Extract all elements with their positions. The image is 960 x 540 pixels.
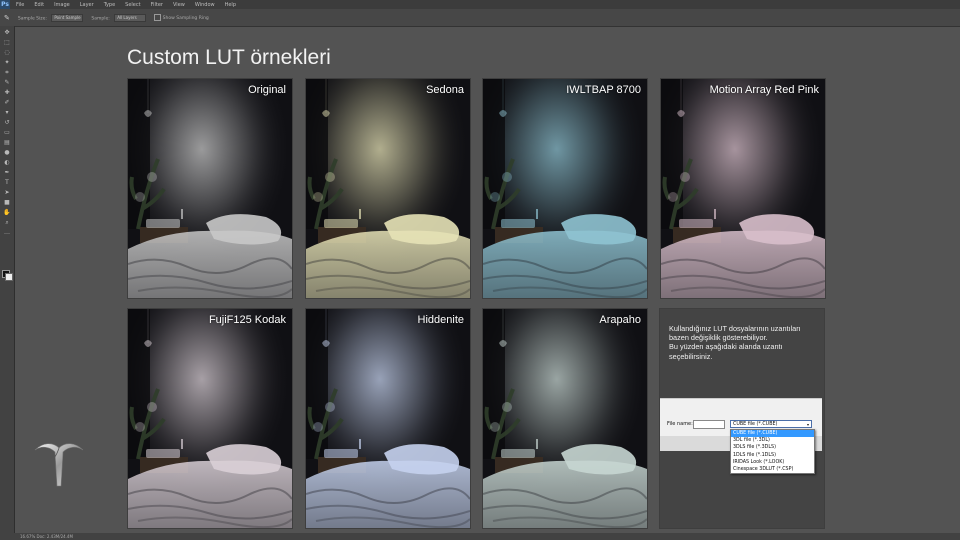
healing-tool-icon[interactable]: ✚: [3, 89, 11, 96]
history-brush-icon[interactable]: ↺: [3, 119, 11, 126]
sample-label: Sample:: [91, 16, 110, 21]
file-type-dropdown: CUBE file (*.CUBE) 3DL file (*.3DL) 3DLS…: [730, 429, 815, 475]
lut-panel-motion-array-red-pink: Motion Array Red Pink: [660, 78, 826, 299]
lut-label: Hiddenite: [417, 314, 464, 326]
lut-panel-arapaho: Arapaho: [482, 308, 648, 529]
type-tool-icon[interactable]: T: [3, 179, 11, 186]
file-name-input[interactable]: [693, 420, 725, 429]
lut-panel-original: Original: [127, 78, 293, 299]
eyedropper-tool-icon[interactable]: ✎: [3, 79, 11, 86]
file-type-option[interactable]: CUBE file (*.CUBE): [731, 430, 814, 438]
sample-size-select[interactable]: Point Sample: [51, 13, 84, 22]
menu-help[interactable]: Help: [225, 2, 236, 8]
more-tools-icon[interactable]: …: [3, 229, 11, 236]
sample-option[interactable]: Sample: All Layers: [91, 13, 147, 22]
bedroom-photo: [306, 79, 470, 298]
menu-layer[interactable]: Layer: [80, 2, 94, 8]
gradient-tool-icon[interactable]: ▤: [3, 139, 11, 146]
info-text-line: Kullandığınız LUT dosyalarının uzantılar…: [669, 324, 801, 343]
blur-tool-icon[interactable]: ●: [3, 149, 11, 156]
bedroom-photo: [128, 309, 292, 528]
chevron-down-icon[interactable]: ▾: [807, 421, 809, 429]
lut-label: IWLTBAP 8700: [566, 84, 641, 96]
eyedropper-icon[interactable]: ✎: [4, 14, 10, 22]
file-type-select[interactable]: CUBE file (*.CUBE) ▾: [730, 420, 812, 428]
bedroom-photo: [306, 309, 470, 528]
lasso-tool-icon[interactable]: ◌: [3, 49, 11, 56]
crop-tool-icon[interactable]: ⌗: [3, 69, 11, 76]
file-type-option[interactable]: 3DLS file (*.3DLS): [731, 444, 814, 451]
checkbox-icon[interactable]: [154, 14, 162, 21]
lut-label: Arapaho: [599, 314, 641, 326]
move-tool-icon[interactable]: ✥: [3, 29, 11, 36]
status-bar: 16.67% Doc: 2.43M/24.4M: [14, 533, 960, 540]
stamp-tool-icon[interactable]: ▾: [3, 109, 11, 116]
info-text-line: Bu yüzden aşağıdaki alanda uzantı seçebi…: [669, 342, 783, 361]
photoshop-logo[interactable]: Ps: [0, 0, 10, 9]
file-name-label: File name:: [667, 421, 693, 427]
lut-label: Sedona: [426, 84, 464, 96]
zoom-status: 16.67% Doc: 2.43M/24.4M: [20, 534, 73, 539]
background-color-swatch[interactable]: [5, 273, 13, 281]
page-title: Custom LUT örnekleri: [127, 46, 331, 69]
menu-image[interactable]: Image: [54, 2, 70, 8]
shape-tool-icon[interactable]: ■: [3, 199, 11, 206]
lut-panel-sedona: Sedona: [305, 78, 471, 299]
sample-size-option[interactable]: Sample Size: Point Sample: [17, 13, 84, 22]
file-type-option[interactable]: IRIDAS Look (*.LOOK): [731, 459, 814, 466]
path-select-tool-icon[interactable]: ➤: [3, 189, 11, 196]
lut-label: Original: [248, 84, 286, 96]
sampling-ring-option[interactable]: Show Sampling Ring: [154, 14, 209, 21]
tools-panel: ✥ ⬚ ◌ ✦ ⌗ ✎ ✚ ✐ ▾ ↺ ▭ ▤ ● ◐ ✒ T ➤ ■ ✋ ⌕ …: [0, 26, 15, 540]
quick-select-tool-icon[interactable]: ✦: [3, 59, 11, 66]
sample-select[interactable]: All Layers: [114, 13, 147, 22]
marquee-tool-icon[interactable]: ⬚: [3, 39, 11, 46]
file-type-value: CUBE file (*.CUBE): [733, 422, 778, 427]
brand-logo-icon: [34, 443, 84, 487]
menu-filter[interactable]: Filter: [151, 2, 163, 8]
menu-bar: Ps File Edit Image Layer Type Select Fil…: [0, 0, 960, 9]
menu-view[interactable]: View: [173, 2, 185, 8]
brush-tool-icon[interactable]: ✐: [3, 99, 11, 106]
options-bar: ✎ Sample Size: Point Sample Sample: All …: [0, 9, 960, 27]
info-text: Kullandığınız LUT dosyalarının uzantılar…: [669, 324, 819, 361]
sampling-ring-label: Show Sampling Ring: [162, 16, 209, 21]
file-type-option[interactable]: Cinespace 3DLUT (*.CSP): [731, 466, 814, 473]
file-type-option[interactable]: 1DLS file (*.1DLS): [731, 452, 814, 459]
dodge-tool-icon[interactable]: ◐: [3, 159, 11, 166]
bedroom-photo: [483, 309, 647, 528]
eraser-tool-icon[interactable]: ▭: [3, 129, 11, 136]
menu-file[interactable]: File: [16, 2, 24, 8]
lut-panel-fujif125-kodak: FujiF125 Kodak: [127, 308, 293, 529]
lut-label: Motion Array Red Pink: [709, 84, 819, 96]
hand-tool-icon[interactable]: ✋: [3, 209, 11, 216]
bedroom-photo: [483, 79, 647, 298]
sample-size-label: Sample Size:: [17, 16, 47, 21]
menu-type[interactable]: Type: [104, 2, 115, 8]
lut-label: FujiF125 Kodak: [208, 314, 286, 326]
lut-panel-hiddenite: Hiddenite: [305, 308, 471, 529]
menu-edit[interactable]: Edit: [34, 2, 44, 8]
menu-select[interactable]: Select: [125, 2, 140, 8]
pen-tool-icon[interactable]: ✒: [3, 169, 11, 176]
file-type-option[interactable]: 3DL file (*.3DL): [731, 437, 814, 444]
zoom-tool-icon[interactable]: ⌕: [3, 219, 11, 226]
bedroom-photo: [661, 79, 825, 298]
menu-window[interactable]: Window: [195, 2, 215, 8]
lut-panel-iwltbap-8700: IWLTBAP 8700: [482, 78, 648, 299]
bedroom-photo: [128, 79, 292, 298]
